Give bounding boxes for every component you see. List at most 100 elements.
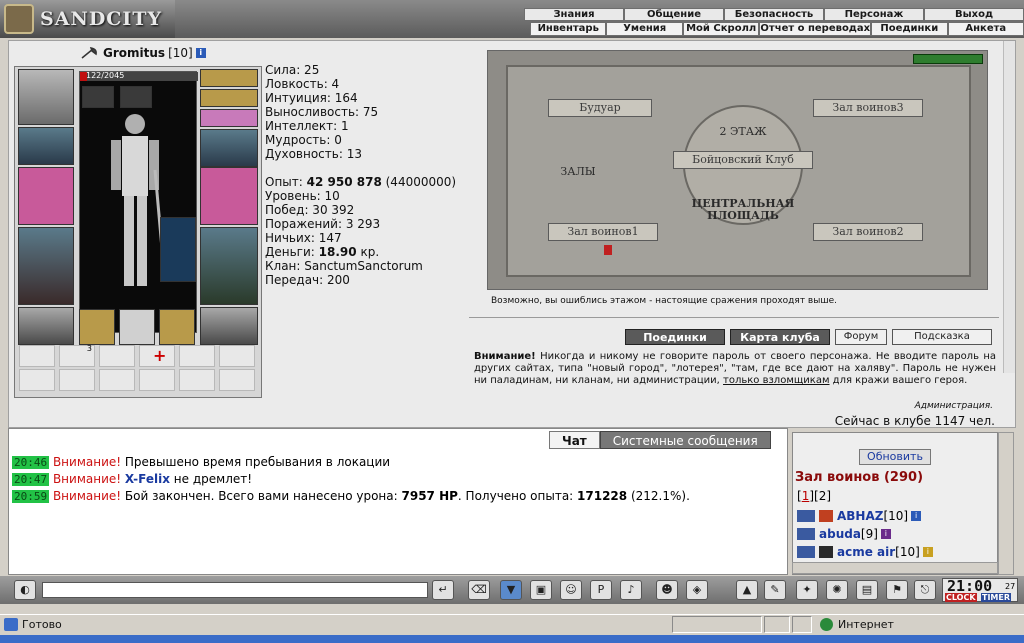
lock-icon[interactable]: ▤ xyxy=(856,580,878,600)
amulet-slot[interactable] xyxy=(82,86,114,108)
forum-button[interactable]: Форум xyxy=(835,329,887,345)
clock: 21:00 27 CLOCK TIMER xyxy=(942,577,1018,602)
timer-label[interactable]: TIMER xyxy=(981,593,1012,602)
menu-profile[interactable]: Анкета xyxy=(947,22,1024,36)
necklace-slot[interactable] xyxy=(200,89,258,107)
player-name[interactable]: acme air xyxy=(837,543,895,561)
quick-slot-7[interactable] xyxy=(19,369,55,391)
character-portrait[interactable]: 122/2045 xyxy=(79,71,198,333)
quick-slot-5[interactable] xyxy=(179,345,215,367)
room-hall2[interactable]: Зал воинов2 xyxy=(813,223,923,241)
list-item[interactable]: acme air [10] i xyxy=(797,543,933,561)
gloves-slot[interactable] xyxy=(200,129,258,167)
quick-slot-6[interactable] xyxy=(219,345,255,367)
helmet-slot[interactable] xyxy=(18,69,74,125)
menu-communication[interactable]: Общение xyxy=(624,8,724,21)
page-2[interactable]: 2 xyxy=(819,489,827,503)
earring-slot[interactable] xyxy=(200,69,258,87)
logo[interactable]: SANDCITY xyxy=(0,0,175,38)
team-icon[interactable]: ✦ xyxy=(796,580,818,600)
menu-exit[interactable]: Выход xyxy=(924,8,1024,21)
menu-my-scroll[interactable]: Мой Скролл xyxy=(682,22,760,36)
menu-duels[interactable]: Поединки xyxy=(871,22,948,36)
bag-slot-2[interactable] xyxy=(119,309,155,345)
save-icon[interactable]: ▣ xyxy=(530,580,552,600)
info-icon[interactable]: i xyxy=(911,511,922,521)
gear-icon[interactable]: ✺ xyxy=(826,580,848,600)
menu-transfer-report[interactable]: Отчет о переводах xyxy=(759,22,872,36)
send-icon[interactable]: ↵ xyxy=(432,580,454,600)
ring-slot[interactable] xyxy=(120,86,152,108)
duels-button[interactable]: Поединки xyxy=(625,329,725,345)
warning-link[interactable]: только взломщикам xyxy=(723,375,829,386)
quick-slot-8[interactable] xyxy=(59,369,95,391)
speaker-icon[interactable]: ◐ xyxy=(14,580,36,600)
menu-skills[interactable]: Умения xyxy=(606,22,683,36)
music-icon[interactable]: ♪ xyxy=(620,580,642,600)
helmet-icon[interactable]: ◈ xyxy=(686,580,708,600)
private-icon[interactable]: P xyxy=(590,580,612,600)
person-icon[interactable]: ☺ xyxy=(560,580,582,600)
chat-input[interactable] xyxy=(42,582,428,598)
club-map-button[interactable]: Карта клуба xyxy=(730,329,830,345)
hint-button[interactable]: Подсказка xyxy=(892,329,992,345)
quick-slot-11[interactable] xyxy=(179,369,215,391)
room-fight-club[interactable]: Бойцовский Клуб xyxy=(673,151,813,169)
players-scrollbar[interactable] xyxy=(998,432,1014,575)
scroll-icon[interactable]: ✎ xyxy=(764,580,786,600)
menu-knowledge[interactable]: Знания xyxy=(524,8,624,21)
refresh-button[interactable]: Обновить xyxy=(859,449,931,465)
filter-icon[interactable]: ▼ xyxy=(500,580,522,600)
timestamp[interactable]: 20:59 xyxy=(12,490,50,503)
quick-slot-3[interactable] xyxy=(99,345,135,367)
main-scrollbar[interactable] xyxy=(1003,41,1015,373)
nickname[interactable]: X-Felix xyxy=(125,472,170,486)
exit-icon[interactable]: ⎋ xyxy=(914,580,936,600)
halls-label[interactable]: ЗАЛЫ xyxy=(538,165,618,178)
list-item[interactable]: ABHAZ [10] i xyxy=(797,507,933,525)
magic-slot[interactable] xyxy=(160,217,196,282)
legs-slot[interactable] xyxy=(200,227,258,305)
quick-slot-9[interactable] xyxy=(99,369,135,391)
player-level: [10] xyxy=(895,545,920,559)
armor-slot[interactable] xyxy=(18,227,74,305)
menu-character[interactable]: Персонаж xyxy=(824,8,924,21)
bracers-slot[interactable] xyxy=(18,127,74,165)
info-icon[interactable]: i xyxy=(880,529,891,539)
player-name[interactable]: abuda xyxy=(819,525,861,543)
central-square-line2[interactable]: ПЛОЩАДЬ xyxy=(683,209,803,222)
character-name[interactable]: Gromitus xyxy=(103,46,165,60)
player-name[interactable]: ABHAZ xyxy=(837,507,883,525)
room-hall3[interactable]: Зал воинов3 xyxy=(813,99,923,117)
flag-icon[interactable]: ⚑ xyxy=(886,580,908,600)
room-boudoir[interactable]: Будуар xyxy=(548,99,652,117)
bag-slot-3[interactable] xyxy=(159,309,195,345)
potion-icon[interactable]: ▲ xyxy=(736,580,758,600)
info-icon[interactable]: i xyxy=(922,547,933,557)
rings-slot[interactable] xyxy=(200,109,258,127)
menu-security[interactable]: Безопасность xyxy=(724,8,824,21)
quick-slot-4[interactable]: + xyxy=(139,345,175,367)
message-text: не дремлет! xyxy=(169,472,253,486)
list-item[interactable]: abuda [9] i xyxy=(797,525,933,543)
bag-slot-1[interactable] xyxy=(79,309,115,345)
info-icon[interactable]: i xyxy=(195,48,206,58)
weapon-left-slot[interactable] xyxy=(18,167,74,225)
menu-inventory[interactable]: Инвентарь xyxy=(530,22,607,36)
quick-slot-12[interactable] xyxy=(219,369,255,391)
tab-system-messages[interactable]: Системные сообщения xyxy=(599,431,771,449)
timestamp[interactable]: 20:47 xyxy=(12,473,50,486)
boots-slot[interactable] xyxy=(200,307,258,345)
smiley-icon[interactable]: ☻ xyxy=(656,580,678,600)
eraser-icon[interactable]: ⌫ xyxy=(468,580,490,600)
page-1[interactable]: 1 xyxy=(802,489,810,503)
tab-chat[interactable]: Чат xyxy=(549,431,600,449)
belt-slot[interactable] xyxy=(18,307,74,345)
weapon-right-slot[interactable] xyxy=(200,167,258,225)
timestamp[interactable]: 20:46 xyxy=(12,456,50,469)
quick-slot-1[interactable] xyxy=(19,345,55,367)
quick-slot-2[interactable]: 3 xyxy=(59,344,95,367)
players-hscrollbar[interactable] xyxy=(792,562,998,574)
room-hall1[interactable]: Зал воинов1 xyxy=(548,223,658,241)
quick-slot-10[interactable] xyxy=(139,369,175,391)
